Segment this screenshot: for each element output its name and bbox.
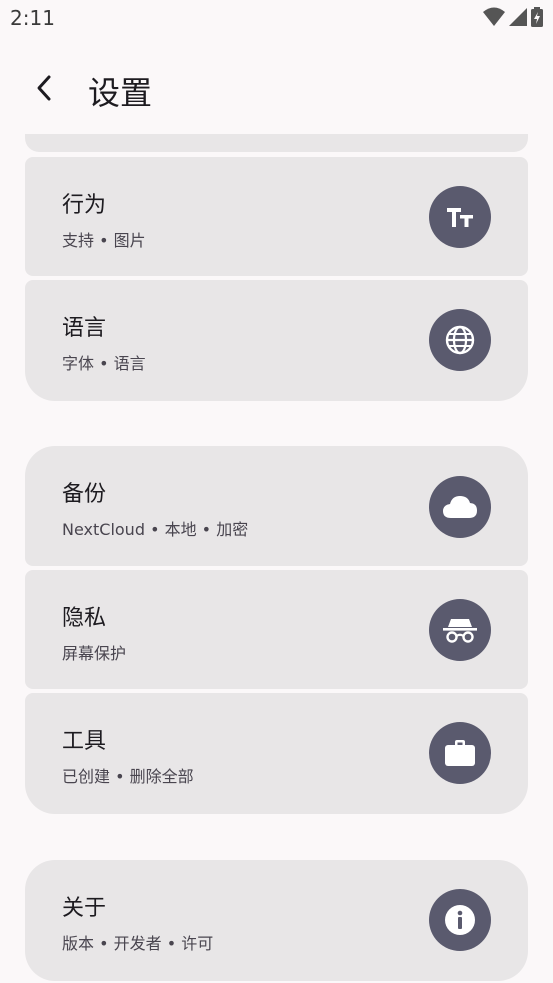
text-size-icon <box>429 186 491 248</box>
settings-item-subtitle: NextCloud • 本地 • 加密 <box>62 520 249 539</box>
settings-item-about[interactable]: 关于 版本 • 开发者 • 许可 <box>25 860 528 981</box>
status-time: 2:11 <box>10 6 55 30</box>
app-bar: 设置 <box>0 56 553 120</box>
settings-item-title: 语言 <box>62 316 107 341</box>
settings-item-backup[interactable]: 备份 NextCloud • 本地 • 加密 <box>25 446 528 566</box>
settings-item-tools[interactable]: 工具 已创建 • 删除全部 <box>25 693 528 814</box>
signal-icon <box>509 8 527 26</box>
settings-item-title: 备份 <box>62 482 107 507</box>
settings-item-subtitle: 屏幕保护 <box>62 644 127 663</box>
settings-item-subtitle: 版本 • 开发者 • 许可 <box>62 934 214 953</box>
settings-item-privacy[interactable]: 隐私 屏幕保护 <box>25 570 528 689</box>
back-arrow-icon <box>37 75 51 101</box>
wifi-icon <box>483 7 505 26</box>
settings-item-title: 行为 <box>62 193 107 218</box>
settings-item-title: 工具 <box>62 729 107 754</box>
briefcase-icon <box>429 722 491 784</box>
settings-item-subtitle: 支持 • 图片 <box>62 231 146 250</box>
cloud-icon <box>429 476 491 538</box>
globe-icon <box>429 309 491 371</box>
settings-item-title: 关于 <box>62 896 107 921</box>
page-title: 设置 <box>88 74 153 112</box>
incognito-icon <box>429 599 491 661</box>
settings-item-subtitle: 字体 • 语言 <box>62 354 146 373</box>
battery-icon <box>531 7 543 27</box>
info-icon <box>429 889 491 951</box>
previous-card-edge <box>25 134 528 152</box>
settings-item-behavior[interactable]: 行为 支持 • 图片 <box>25 157 528 276</box>
settings-item-subtitle: 已创建 • 删除全部 <box>62 767 194 786</box>
back-button[interactable] <box>22 66 66 110</box>
status-bar: 2:11 <box>0 0 553 38</box>
settings-item-language[interactable]: 语言 字体 • 语言 <box>25 280 528 401</box>
settings-item-title: 隐私 <box>62 606 107 631</box>
